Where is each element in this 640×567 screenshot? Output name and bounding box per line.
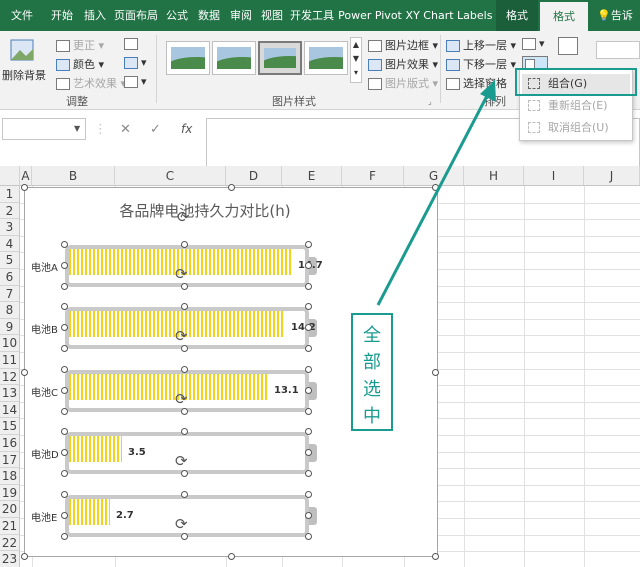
annotation-callout: 全 部 选 中	[351, 313, 393, 431]
annotation-arrow	[376, 80, 496, 306]
callout-char: 部	[363, 352, 381, 373]
excel-window: 文件 开始 插入 页面布局 公式 数据 审阅 视图 开发工具 Power Piv…	[0, 0, 640, 567]
callout-char: 中	[363, 406, 381, 427]
callout-char: 全	[363, 325, 381, 346]
callout-char: 选	[363, 379, 381, 400]
